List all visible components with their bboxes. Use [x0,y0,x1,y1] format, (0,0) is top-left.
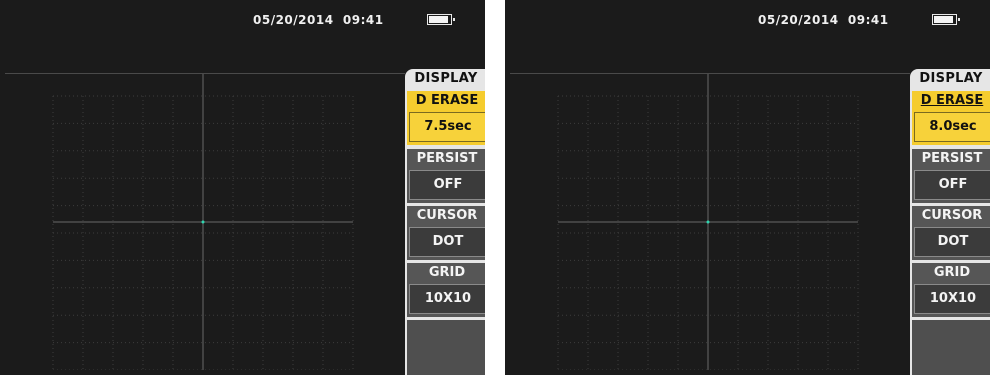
battery-icon [427,14,455,25]
param-value[interactable]: OFF [409,170,485,200]
instrument-screen-right: 05/20/2014 09:41 DISPLAY D ERASE 8.0sec … [505,0,990,375]
param-cursor[interactable]: CURSOR DOT [912,206,990,260]
param-label: CURSOR [416,208,478,223]
instrument-screen-left: 05/20/2014 09:41 DISPLAY D ERASE 7.5sec … [0,0,485,375]
display-menu-panel: DISPLAY D ERASE 7.5sec PERSIST OFF CURSO… [405,69,485,375]
param-value[interactable]: 7.5sec [409,112,485,142]
datetime-display: 05/20/2014 09:41 [253,13,384,27]
param-value[interactable]: 10X10 [914,284,990,314]
param-d-erase[interactable]: D ERASE 8.0sec [912,91,990,145]
param-label: PERSIST [921,151,983,166]
param-grid[interactable]: GRID 10X10 [407,263,485,317]
param-label: CURSOR [921,208,983,223]
cursor-dot [201,220,205,224]
param-value[interactable]: DOT [409,227,485,257]
datetime-display: 05/20/2014 09:41 [758,13,889,27]
param-value[interactable]: DOT [914,227,990,257]
battery-icon [932,14,960,25]
param-label: GRID [933,265,971,280]
cursor-dot [706,220,710,224]
menu-title: DISPLAY [919,71,983,86]
param-grid[interactable]: GRID 10X10 [912,263,990,317]
display-menu-panel: DISPLAY D ERASE 8.0sec PERSIST OFF CURSO… [910,69,990,375]
param-cursor[interactable]: CURSOR DOT [407,206,485,260]
grid-display [52,74,354,370]
param-label: D ERASE [415,93,479,108]
signal-display-area [510,73,910,370]
param-label: GRID [428,265,466,280]
param-value[interactable]: 8.0sec [914,112,990,142]
empty-softkey-panel [912,320,990,375]
empty-softkey-panel [407,320,485,375]
param-label: D ERASE [920,93,984,108]
param-d-erase[interactable]: D ERASE 7.5sec [407,91,485,145]
signal-display-area [5,73,405,370]
param-persist[interactable]: PERSIST OFF [407,149,485,203]
param-value[interactable]: 10X10 [409,284,485,314]
param-value[interactable]: OFF [914,170,990,200]
param-persist[interactable]: PERSIST OFF [912,149,990,203]
param-label: PERSIST [416,151,478,166]
grid-display [557,74,859,370]
menu-title: DISPLAY [414,71,478,86]
